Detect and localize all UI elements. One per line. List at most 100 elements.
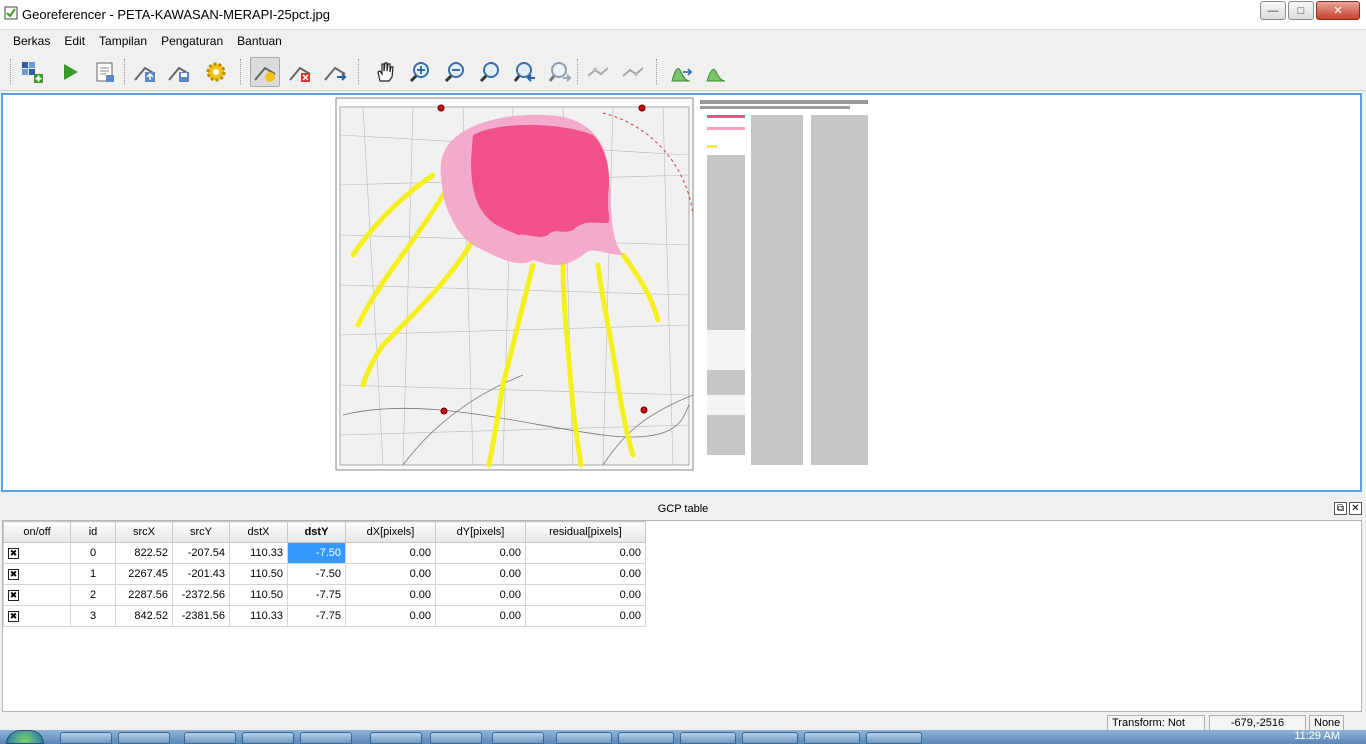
- pan-icon[interactable]: [370, 57, 400, 87]
- cell-srcy[interactable]: -2372.56: [172, 584, 230, 606]
- col-on-off[interactable]: on/off: [3, 521, 71, 543]
- gcp-enabled-checkbox[interactable]: ✖: [3, 542, 71, 564]
- taskbar-app-3[interactable]: [184, 732, 236, 744]
- cell-dsty[interactable]: -7.50: [287, 563, 346, 585]
- taskbar-qgis[interactable]: [866, 732, 922, 744]
- start-georeferencing-icon[interactable]: [55, 57, 85, 87]
- cell-dsty[interactable]: -7.75: [287, 584, 346, 606]
- table-row[interactable]: ✖ 1 2267.45 -201.43 110.50 -7.50 0.00 0.…: [3, 563, 646, 585]
- cell-dx[interactable]: 0.00: [345, 584, 436, 606]
- taskbar-app-7[interactable]: [430, 732, 482, 744]
- taskbar-chrome[interactable]: [492, 732, 544, 744]
- menu-edit[interactable]: Edit: [57, 30, 92, 52]
- taskbar-app-6[interactable]: [370, 732, 422, 744]
- col-srcx[interactable]: srcX: [115, 521, 173, 543]
- taskbar-app-5[interactable]: [300, 732, 352, 744]
- menu-pengaturan[interactable]: Pengaturan: [154, 30, 230, 52]
- start-button[interactable]: [6, 730, 44, 744]
- gcp-table[interactable]: on/off id srcX srcY dstX dstY dX[pixels]…: [2, 520, 1362, 712]
- cell-dy[interactable]: 0.00: [435, 584, 526, 606]
- taskbar-app-9[interactable]: [556, 732, 612, 744]
- zoom-last-icon[interactable]: [510, 57, 540, 87]
- gcp-enabled-checkbox[interactable]: ✖: [3, 563, 71, 585]
- cell-srcy[interactable]: -201.43: [172, 563, 230, 585]
- map-canvas[interactable]: [1, 93, 1362, 492]
- menu-bantuan[interactable]: Bantuan: [230, 30, 289, 52]
- cell-dstx[interactable]: 110.33: [229, 542, 288, 564]
- table-row[interactable]: ✖ 3 842.52 -2381.56 110.33 -7.75 0.00 0.…: [3, 605, 646, 627]
- cell-dx[interactable]: 0.00: [345, 563, 436, 585]
- dock-splitter[interactable]: [0, 493, 1366, 499]
- cell-residual[interactable]: 0.00: [525, 584, 646, 606]
- taskbar-app-11[interactable]: [680, 732, 736, 744]
- cell-id[interactable]: 1: [70, 563, 116, 585]
- checkbox-checked-icon[interactable]: ✖: [8, 548, 19, 559]
- col-dstx[interactable]: dstX: [229, 521, 288, 543]
- srs-button[interactable]: None: [1309, 715, 1344, 731]
- checkbox-checked-icon[interactable]: ✖: [8, 569, 19, 580]
- checkbox-checked-icon[interactable]: ✖: [8, 590, 19, 601]
- add-point-icon[interactable]: [250, 57, 280, 87]
- cell-dstx[interactable]: 110.50: [229, 584, 288, 606]
- col-dsty[interactable]: dstY: [287, 521, 346, 543]
- col-id[interactable]: id: [70, 521, 116, 543]
- cell-id[interactable]: 2: [70, 584, 116, 606]
- menu-tampilan[interactable]: Tampilan: [92, 30, 154, 52]
- dock-float-button[interactable]: ⧉: [1334, 502, 1347, 515]
- cell-dy[interactable]: 0.00: [435, 563, 526, 585]
- move-gcp-point-icon[interactable]: [320, 57, 350, 87]
- cell-dsty[interactable]: -7.75: [287, 605, 346, 627]
- taskbar-explorer[interactable]: [60, 732, 112, 744]
- taskbar-firefox[interactable]: [242, 732, 294, 744]
- generate-gdal-script-icon[interactable]: [90, 57, 120, 87]
- taskbar-app-2[interactable]: [118, 732, 170, 744]
- dock-close-button[interactable]: ✕: [1349, 502, 1362, 515]
- load-gcp-points-icon[interactable]: [130, 57, 160, 87]
- close-button[interactable]: ✕: [1316, 1, 1360, 20]
- cell-srcx[interactable]: 2287.56: [115, 584, 173, 606]
- cell-id[interactable]: 0: [70, 542, 116, 564]
- cell-residual[interactable]: 0.00: [525, 563, 646, 585]
- cell-srcy[interactable]: -2381.56: [172, 605, 230, 627]
- zoom-next-icon[interactable]: [545, 57, 575, 87]
- col-residual[interactable]: residual[pixels]: [525, 521, 646, 543]
- gcp-enabled-checkbox[interactable]: ✖: [3, 605, 71, 627]
- taskbar-word[interactable]: [742, 732, 798, 744]
- save-gcp-points-icon[interactable]: [164, 57, 194, 87]
- cell-dstx[interactable]: 110.50: [229, 563, 288, 585]
- open-raster-icon[interactable]: [17, 57, 47, 87]
- col-dx[interactable]: dX[pixels]: [345, 521, 436, 543]
- gcp-enabled-checkbox[interactable]: ✖: [3, 584, 71, 606]
- table-row[interactable]: ✖ 0 822.52 -207.54 110.33 -7.50 0.00 0.0…: [3, 542, 646, 564]
- maximize-button[interactable]: □: [1288, 1, 1314, 20]
- full-histogram-stretch-icon[interactable]: [666, 57, 696, 87]
- taskbar-clock[interactable]: 11:29 AM: [1294, 730, 1340, 742]
- cell-dy[interactable]: 0.00: [435, 605, 526, 627]
- zoom-in-icon[interactable]: [405, 57, 435, 87]
- cell-srcy[interactable]: -207.54: [172, 542, 230, 564]
- delete-point-icon[interactable]: [285, 57, 315, 87]
- transformation-settings-icon[interactable]: [201, 57, 231, 87]
- col-srcy[interactable]: srcY: [172, 521, 230, 543]
- local-histogram-stretch-icon[interactable]: [701, 57, 731, 87]
- cell-dx[interactable]: 0.00: [345, 542, 436, 564]
- cell-srcx[interactable]: 2267.45: [115, 563, 173, 585]
- cell-dstx[interactable]: 110.33: [229, 605, 288, 627]
- cell-residual[interactable]: 0.00: [525, 605, 646, 627]
- cell-dsty-selected[interactable]: -7.50: [287, 542, 346, 564]
- zoom-out-icon[interactable]: [440, 57, 470, 87]
- cell-dy[interactable]: 0.00: [435, 542, 526, 564]
- zoom-to-layer-icon[interactable]: [475, 57, 505, 87]
- cell-residual[interactable]: 0.00: [525, 542, 646, 564]
- taskbar-app-13[interactable]: [804, 732, 860, 744]
- menu-berkas[interactable]: Berkas: [6, 30, 57, 52]
- cell-id[interactable]: 3: [70, 605, 116, 627]
- taskbar-app-10[interactable]: [618, 732, 674, 744]
- minimize-button[interactable]: —: [1260, 1, 1286, 20]
- cell-srcx[interactable]: 822.52: [115, 542, 173, 564]
- table-row[interactable]: ✖ 2 2287.56 -2372.56 110.50 -7.75 0.00 0…: [3, 584, 646, 606]
- cell-dx[interactable]: 0.00: [345, 605, 436, 627]
- cell-srcx[interactable]: 842.52: [115, 605, 173, 627]
- col-dy[interactable]: dY[pixels]: [435, 521, 526, 543]
- checkbox-checked-icon[interactable]: ✖: [8, 611, 19, 622]
